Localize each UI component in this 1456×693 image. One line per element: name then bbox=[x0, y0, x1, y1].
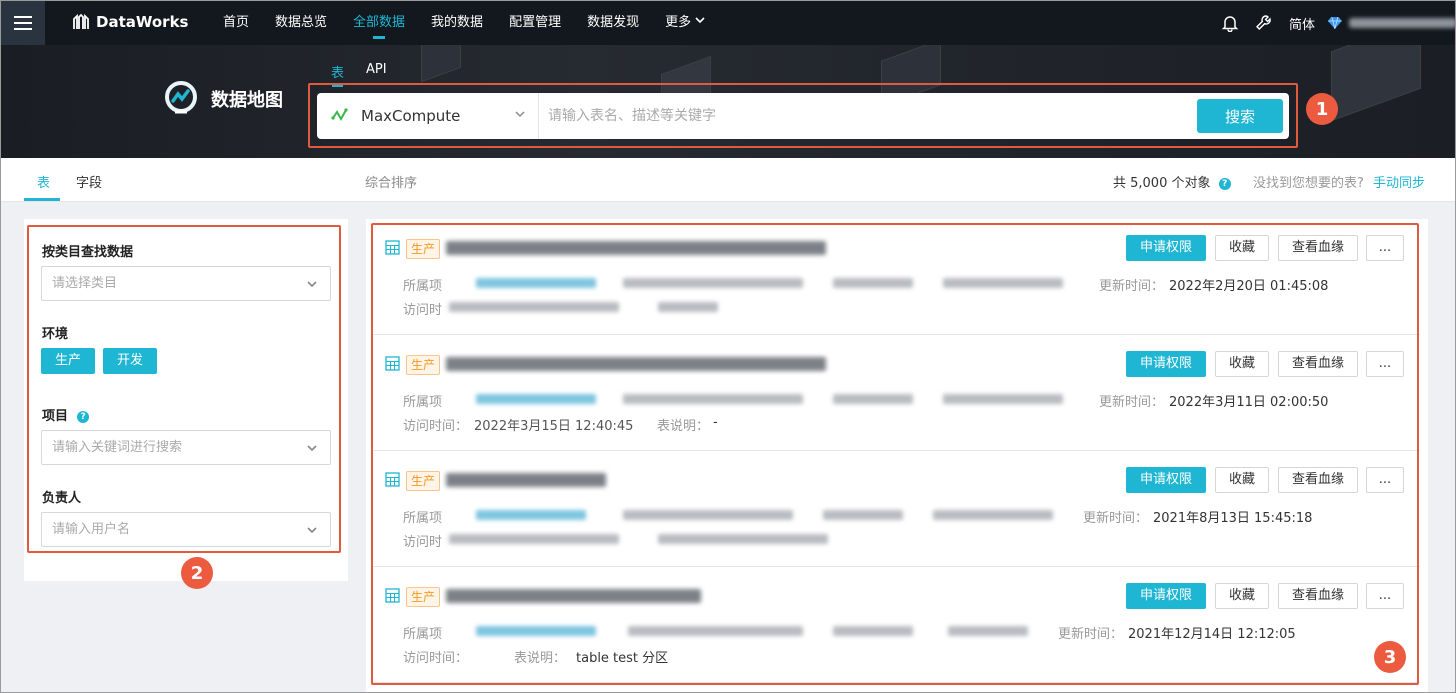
data-map-title: 数据地图 bbox=[211, 90, 283, 111]
total-count: 共 5,000 个对象 ? bbox=[1113, 172, 1231, 191]
annotation-frame-2 bbox=[27, 225, 341, 553]
decor-cube bbox=[421, 45, 461, 83]
annotation-badge-3: 3 bbox=[1374, 641, 1406, 673]
main-nav: 首页 数据总览 全部数据 我的数据 配置管理 数据发现 更多 bbox=[223, 1, 731, 45]
wrench-icon[interactable] bbox=[1255, 14, 1273, 32]
top-nav: DataWorks 首页 数据总览 全部数据 我的数据 配置管理 数据发现 更多… bbox=[1, 1, 1455, 45]
nav-item-my-data[interactable]: 我的数据 bbox=[431, 1, 483, 45]
menu-button[interactable] bbox=[1, 1, 45, 45]
help-icon[interactable]: ? bbox=[1218, 178, 1231, 190]
manual-sync-link[interactable]: 手动同步 bbox=[1373, 172, 1425, 191]
nav-item-all-data[interactable]: 全部数据 bbox=[353, 1, 405, 45]
search-tab-table[interactable]: 表 bbox=[331, 62, 344, 87]
nav-more-label: 更多 bbox=[665, 15, 692, 30]
tab-field[interactable]: 字段 bbox=[76, 172, 102, 191]
nav-item-overview[interactable]: 数据总览 bbox=[275, 1, 327, 45]
search-tab-api[interactable]: API bbox=[366, 62, 387, 81]
username-redacted bbox=[1348, 18, 1455, 28]
total-count-text: 共 5,000 个对象 bbox=[1113, 176, 1211, 191]
tab-table[interactable]: 表 bbox=[37, 172, 50, 191]
annotation-frame-1 bbox=[308, 83, 1298, 148]
user-account[interactable] bbox=[1327, 16, 1455, 30]
annotation-badge-2: 2 bbox=[181, 557, 213, 589]
nav-item-config[interactable]: 配置管理 bbox=[509, 1, 561, 45]
chevron-down-icon bbox=[695, 17, 705, 24]
diamond-icon bbox=[1327, 16, 1342, 30]
nav-item-discovery[interactable]: 数据发现 bbox=[587, 1, 639, 45]
logo-text: DataWorks bbox=[96, 13, 189, 31]
search-type-tabs: 表 API bbox=[331, 62, 387, 87]
result-tabbar: 表 字段 综合排序 共 5,000 个对象 ? 没找到您想要的表? 手动同步 bbox=[1, 158, 1455, 202]
decor-cube bbox=[1331, 45, 1421, 122]
active-tab-underline bbox=[24, 198, 60, 201]
nav-item-home[interactable]: 首页 bbox=[223, 1, 249, 45]
nav-right: 简体 bbox=[1221, 1, 1455, 45]
data-map-brand: 数据地图 bbox=[161, 79, 283, 119]
dataworks-logo-icon bbox=[73, 13, 89, 29]
annotation-frame-3 bbox=[371, 223, 1419, 685]
window: DataWorks 首页 数据总览 全部数据 我的数据 配置管理 数据发现 更多… bbox=[0, 0, 1456, 693]
bell-icon[interactable] bbox=[1221, 14, 1239, 32]
hamburger-icon bbox=[14, 16, 32, 30]
language-switch[interactable]: 简体 bbox=[1289, 14, 1315, 33]
missing-table-hint: 没找到您想要的表? bbox=[1253, 176, 1364, 191]
nav-item-more[interactable]: 更多 bbox=[665, 1, 705, 45]
data-map-logo-icon bbox=[165, 81, 197, 114]
annotation-badge-1: 1 bbox=[1306, 93, 1338, 125]
sort-option[interactable]: 综合排序 bbox=[365, 172, 417, 191]
logo[interactable]: DataWorks bbox=[71, 13, 188, 31]
